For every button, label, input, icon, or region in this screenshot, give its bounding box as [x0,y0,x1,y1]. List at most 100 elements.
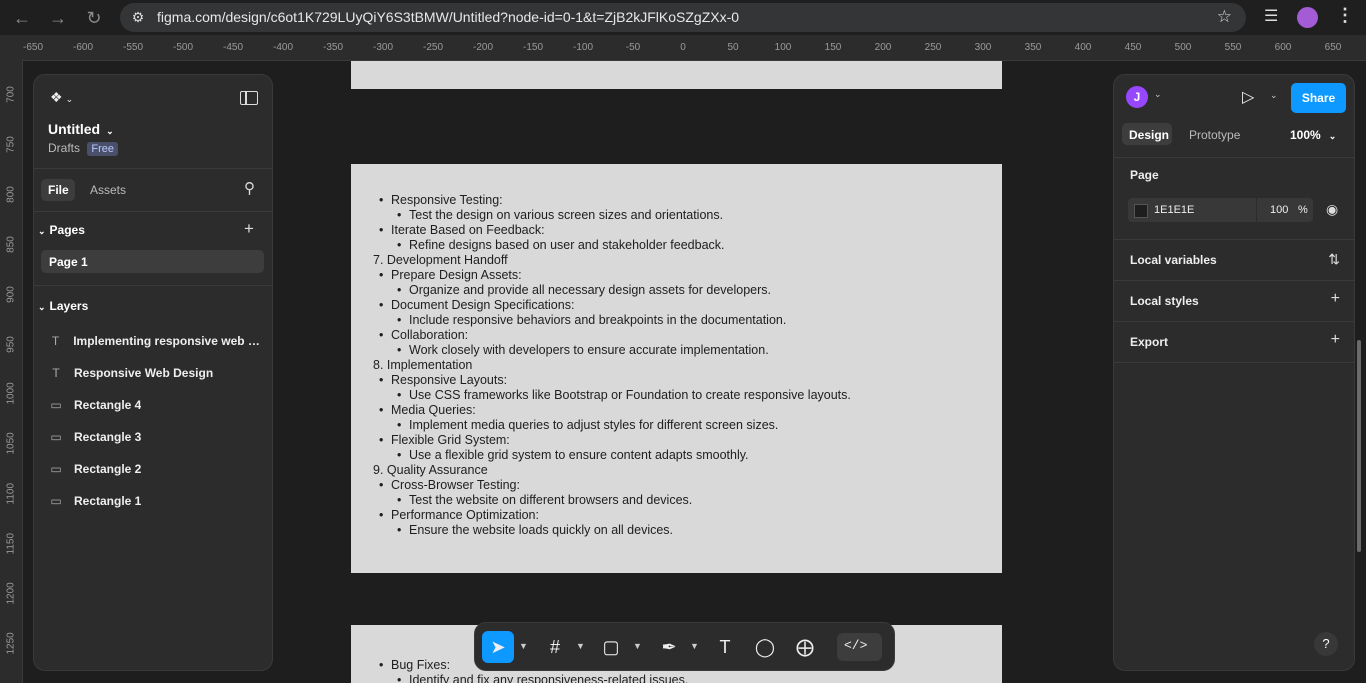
tab-assets[interactable]: Assets [90,183,126,197]
url-text[interactable]: figma.com/design/c6ot1K729LUyQiY6S3tBMW/… [157,9,739,25]
text-layer-main[interactable]: Responsive Testing:Test the design on va… [373,193,851,538]
text-line: 7. Development Handoff [373,253,508,267]
file-name[interactable]: Untitled ⌄ [48,121,114,137]
figma-logo-icon: ❖ [50,89,63,105]
right-panel: J ⌄ ▷ ⌄ Share Design Prototype 100% ⌄ Pag… [1113,74,1355,671]
page-background-field[interactable]: 1E1E1E 100 % [1128,198,1313,222]
ruler-tick-label: 150 [824,42,842,53]
ruler-tick-label: -200 [472,42,494,53]
ruler-tick-label: 950 [5,336,17,353]
address-bar[interactable]: ⚙ figma.com/design/c6ot1K729LUyQiY6S3tBM… [120,3,1246,32]
frame-hash-icon: # [549,636,560,657]
vertical-scrollbar[interactable] [1357,340,1361,552]
back-icon[interactable]: ← [11,7,33,29]
ruler-tick-label: -350 [322,42,344,53]
ruler-tick-label: 450 [1124,42,1142,53]
actions-tool[interactable]: ⨁ [789,631,821,663]
left-panel: ❖ ⌄ Untitled ⌄ Drafts Free File Assets ⚲ ⌄… [33,74,273,671]
ruler-tick-label: 350 [1024,42,1042,53]
chevron-down-icon: ⌄ [106,126,114,136]
share-button[interactable]: Share [1291,83,1346,113]
text-layer-icon: T [51,334,60,348]
ruler-tick-label: 600 [1274,42,1292,53]
chevron-down-icon: ⌄ [65,94,74,104]
text-layer-icon: T [52,366,60,380]
layers-title: Layers [49,299,89,313]
text-line: Prepare Design Assets: [373,268,851,283]
pen-tool[interactable]: ✒ [653,631,685,663]
local-styles-title[interactable]: Local styles [1130,294,1199,308]
text-tool[interactable]: T [709,631,741,663]
reload-icon[interactable]: ↻ [83,7,105,29]
page-item[interactable]: Page 1 [41,250,264,273]
visibility-eye-icon[interactable]: ◉ [1326,201,1338,218]
ruler-tick-label: 700 [5,86,17,103]
frame-top[interactable] [351,61,1002,89]
tab-design-label: Design [1129,128,1170,142]
chevron-down-icon[interactable]: ▼ [690,641,699,651]
page-item-label: Page 1 [49,255,88,269]
ruler-tick-label: 250 [924,42,942,53]
bg-hex-value[interactable]: 1E1E1E [1154,204,1194,216]
ruler-tick-label: -100 [572,42,594,53]
chevron-down-icon[interactable]: ▼ [576,641,585,651]
chevron-down-icon[interactable]: ▼ [633,641,642,651]
layer-item[interactable]: ▭ Rectangle 4 [50,395,265,415]
profile-avatar[interactable] [1297,7,1318,28]
forward-icon[interactable]: → [47,7,69,29]
toggle-sidebar-icon[interactable] [240,91,258,105]
browser-menu-icon[interactable]: ⋮ [1336,5,1354,26]
help-icon[interactable]: ? [1314,632,1338,656]
ruler-tick-label: 800 [5,186,17,203]
figma-menu-button[interactable]: ❖ ⌄ [50,89,73,106]
layer-item[interactable]: T Implementing responsive web des... [50,331,265,351]
bookmark-star-icon[interactable]: ☆ [1217,7,1232,27]
search-icon[interactable]: ⚲ [244,179,255,197]
chevron-down-icon[interactable]: ▼ [519,641,528,651]
ruler-tick-label: -250 [422,42,444,53]
layer-item[interactable]: ▭ Rectangle 2 [50,459,265,479]
drafts-label: Drafts [48,141,81,155]
add-export-icon[interactable]: + [1331,331,1340,349]
add-style-icon[interactable]: + [1331,290,1340,308]
layer-item[interactable]: T Responsive Web Design [50,363,265,383]
pages-header[interactable]: ⌄ Pages [38,223,85,237]
text-line: Cross-Browser Testing: [373,478,851,493]
site-settings-icon[interactable]: ⚙ [128,7,148,27]
tab-file[interactable]: File [41,179,75,201]
add-page-icon[interactable]: + [244,219,254,239]
tab-prototype[interactable]: Prototype [1189,128,1240,142]
text-line: Test the design on various screen sizes … [373,208,851,223]
text-line: Test the website on different browsers a… [373,493,851,508]
chevron-down-icon[interactable]: ⌄ [1154,89,1162,100]
pages-title: Pages [49,223,85,237]
ruler-tick-label: 1200 [5,582,17,605]
export-title[interactable]: Export [1130,335,1168,349]
text-line: Media Queries: [373,403,851,418]
layers-header[interactable]: ⌄ Layers [38,299,88,313]
comment-tool[interactable]: ◯ [749,631,781,663]
text-line: Use a flexible grid system to ensure con… [373,448,851,463]
local-variables-title[interactable]: Local variables [1130,253,1217,267]
layer-item[interactable]: ▭ Rectangle 3 [50,427,265,447]
tab-design[interactable]: Design [1122,123,1172,145]
user-avatar[interactable]: J [1126,86,1148,108]
media-controls-icon[interactable]: ☰ [1264,6,1278,26]
text-line: 9. Quality Assurance [373,463,488,477]
layer-item[interactable]: ▭ Rectangle 1 [50,491,265,511]
layer-name: Implementing responsive web des... [73,334,265,348]
present-play-icon[interactable]: ▷ [1242,87,1254,107]
dev-mode-toggle[interactable]: </> [837,633,882,661]
chevron-down-icon[interactable]: ⌄ [1270,90,1278,101]
variables-icon[interactable]: ⇅ [1328,251,1340,268]
ruler-tick-label: -450 [222,42,244,53]
ruler-tick-label: 200 [874,42,892,53]
zoom-level[interactable]: 100% ⌄ [1290,128,1336,142]
shape-tool[interactable]: ▢ [595,631,627,663]
color-swatch[interactable] [1134,204,1148,218]
bg-opacity-value[interactable]: 100 [1270,204,1288,216]
move-tool[interactable]: ➤ [482,631,514,663]
ruler-tick-label: 750 [5,136,17,153]
frame-tool[interactable]: # [539,631,571,663]
comment-bubble-icon: ◯ [754,636,776,657]
